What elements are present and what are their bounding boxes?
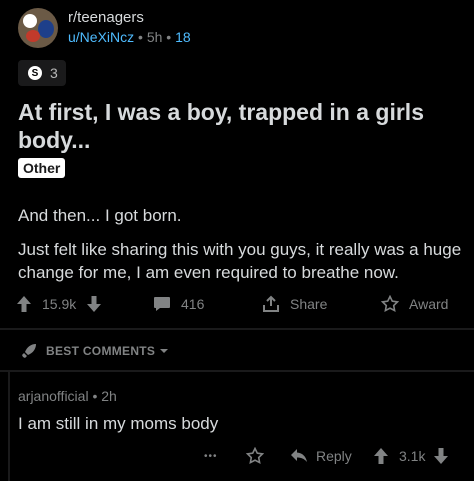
comments-button[interactable]: 416 [153, 290, 204, 318]
post-author[interactable]: u/NeXiNcz [68, 29, 134, 45]
more-options-icon: ••• [204, 450, 218, 462]
arrow-up-icon[interactable] [16, 295, 32, 313]
arrow-down-icon[interactable] [433, 447, 449, 465]
comment-age: 2h [101, 388, 117, 404]
subreddit-name[interactable]: r/teenagers [68, 9, 191, 27]
post-body-line-1: And then... I got born. [18, 206, 182, 225]
post-upvote-count: 15.9k [42, 296, 77, 312]
vote-group: 15.9k [16, 290, 102, 318]
post-byline: u/NeXiNcz • 5h • 18 [68, 27, 191, 47]
awards-chip[interactable]: S 3 [18, 60, 66, 86]
post-meta: r/teenagers u/NeXiNcz • 5h • 18 [68, 9, 191, 47]
award-button[interactable]: Award [381, 290, 448, 318]
comments-count: 416 [181, 296, 205, 312]
silver-award-icon: S [28, 66, 42, 80]
comment-score: 3.1k [399, 448, 426, 464]
comment-author[interactable]: arjanofficial [18, 388, 89, 404]
sort-selector[interactable]: BEST COMMENTS [16, 342, 169, 360]
comment-bubble-icon [154, 297, 170, 311]
arrow-down-icon[interactable] [86, 295, 102, 313]
post-body-line-2: Just felt like sharing this with you guy… [18, 240, 462, 282]
comment-body: I am still in my moms body [18, 414, 219, 433]
awards-count: 3 [50, 65, 58, 81]
separator-dot: • [138, 29, 147, 45]
reply-button[interactable]: Reply [290, 442, 352, 470]
subreddit-avatar[interactable] [18, 8, 58, 48]
post-score-small: 18 [175, 29, 191, 45]
comment-vote-group: 3.1k [373, 442, 449, 470]
post-header: r/teenagers u/NeXiNcz • 5h • 18 [18, 8, 191, 48]
divider [0, 370, 474, 372]
divider [0, 328, 474, 330]
more-options-button[interactable]: ••• [204, 442, 218, 470]
sort-label: BEST COMMENTS [46, 344, 156, 358]
post-age: 5h [146, 29, 163, 45]
separator-dot: • [166, 29, 176, 45]
award-icon [381, 295, 399, 313]
reply-label: Reply [316, 448, 352, 464]
reply-arrow-icon [291, 449, 307, 462]
rocket-icon [22, 344, 36, 358]
post-title: At first, I was a boy, trapped in a girl… [18, 99, 424, 153]
share-icon [263, 295, 279, 312]
share-button[interactable]: Share [262, 290, 327, 318]
award-label: Award [409, 296, 449, 312]
chevron-down-icon [160, 349, 169, 353]
post-actions: 15.9k 416 Share Award [0, 290, 474, 318]
arrow-up-icon[interactable] [373, 447, 389, 465]
comment-award-button[interactable] [246, 442, 264, 470]
comment-actions: ••• Reply 3.1k [0, 442, 474, 466]
award-icon [246, 447, 264, 465]
separator-dot: • [92, 388, 102, 404]
comment-meta: arjanofficial • 2h [18, 388, 117, 404]
post-flair[interactable]: Other [18, 158, 66, 178]
share-label: Share [290, 296, 328, 312]
